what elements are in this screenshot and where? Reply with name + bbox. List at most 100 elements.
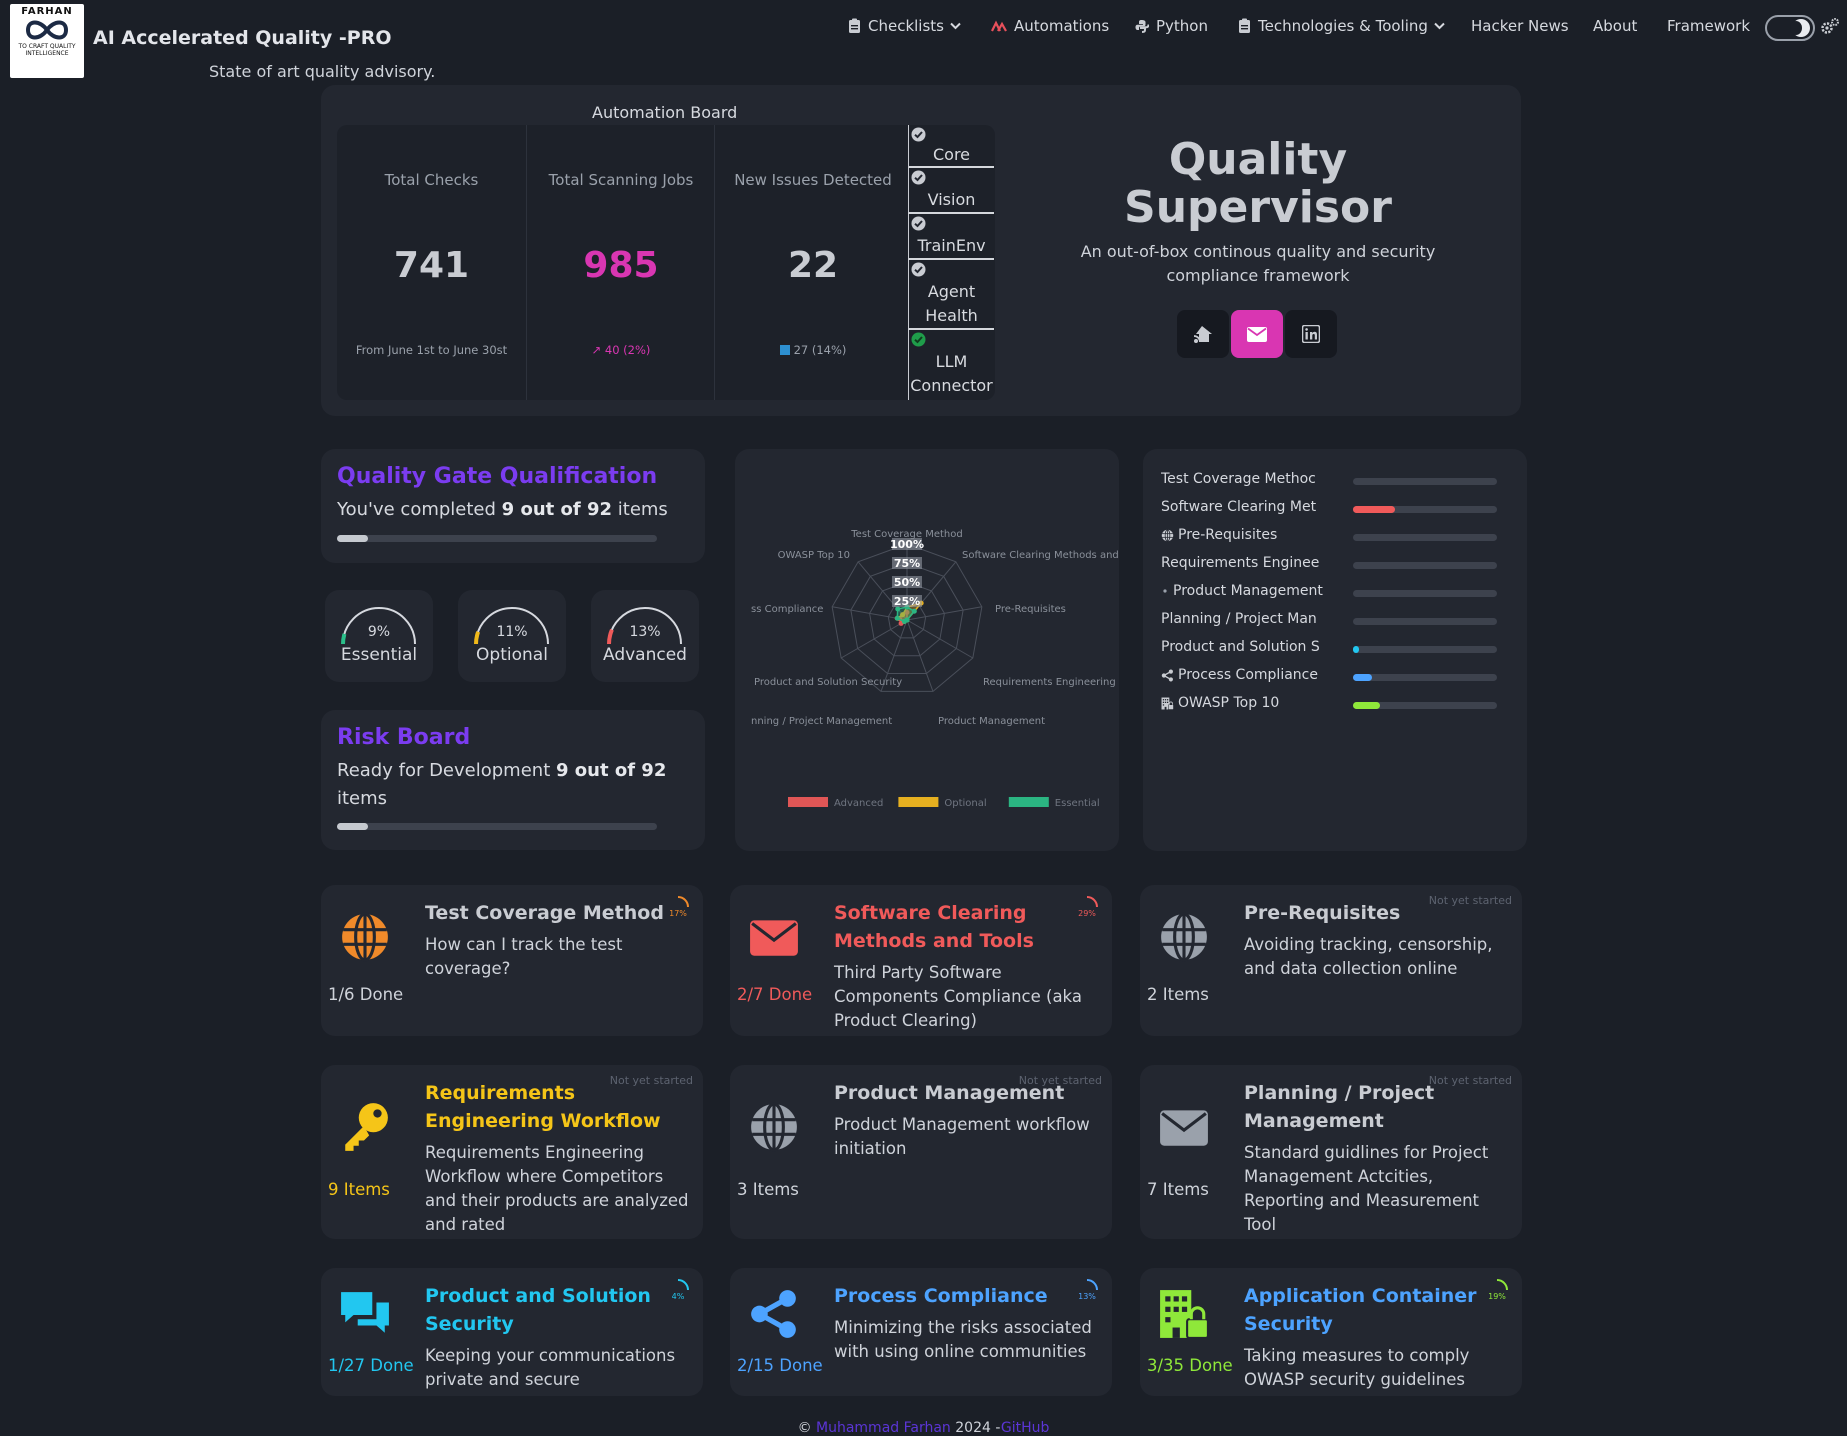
clipboard-icon [1239, 18, 1250, 33]
checklist-progress-label: Software Clearing Met [1161, 499, 1325, 515]
theme-toggle[interactable] [1765, 15, 1815, 41]
tile-title[interactable]: Process Compliance [834, 1282, 1090, 1310]
checklist-tile[interactable]: Software Clearing Methods and Tools Third… [730, 885, 1112, 1036]
checklist-tile[interactable]: Planning / Project Management Standard gu… [1140, 1065, 1522, 1239]
status-label: LLM Connector [910, 352, 993, 395]
gauge-label: Advanced [603, 645, 687, 665]
board-title: Automation Board [592, 103, 738, 122]
tile-count: 2/7 Done [737, 985, 813, 1004]
checklist-progress-row[interactable]: Planning / Project Man [1161, 607, 1501, 635]
radar-axis-label: ss Compliance [751, 604, 823, 615]
tile-title[interactable]: Requirements Engineering Workflow [425, 1079, 681, 1135]
tile-description: Keeping your communications private and … [425, 1346, 676, 1389]
checklist-tile[interactable]: Product and Solution Security Keeping you… [321, 1268, 703, 1396]
tile-status: Not yet started [1428, 1074, 1512, 1087]
tile-title[interactable]: Planning / Project Management [1244, 1079, 1500, 1135]
checklist-progress-row[interactable]: Requirements Enginee [1161, 551, 1501, 579]
blog-button[interactable] [1177, 310, 1229, 358]
tile-count: 3/35 Done [1147, 1356, 1233, 1375]
checklist-progress-row[interactable]: Product and Solution S [1161, 635, 1501, 663]
gauge-percent: 11% [496, 624, 528, 640]
nav-hacker-news[interactable]: Hacker News [1471, 17, 1569, 35]
checklist-progress-row[interactable]: Pre-Requisites [1161, 523, 1501, 551]
nav-framework[interactable]: Framework [1667, 17, 1750, 35]
status-label: Agent Health [925, 282, 978, 325]
tile-status: Not yet started [609, 1074, 693, 1087]
linkedin-button[interactable] [1285, 310, 1337, 358]
tile-icon [1158, 1288, 1210, 1344]
tile-title[interactable]: Application Container Security [1244, 1282, 1500, 1338]
checklist-tile[interactable]: Pre-Requisites Avoiding tracking, censors… [1140, 885, 1522, 1036]
legend-label: Optional [944, 798, 986, 809]
logo[interactable]: FARHAN TO CRAFT QUALITY INTELLIGENCE [10, 4, 84, 78]
checklist-progress-card: Test Coverage Methoc Software Clearing Me… [1143, 449, 1527, 851]
progress-fill [337, 823, 369, 830]
hero-title: Quality Supervisor [1124, 134, 1392, 233]
checklist-tile[interactable]: Requirements Engineering Workflow Require… [321, 1065, 703, 1239]
stat-note-text: 27 (14%) [793, 343, 847, 357]
email-button[interactable] [1231, 310, 1283, 358]
nav-checklists[interactable]: Checklists [848, 17, 961, 35]
checklist-progress-row[interactable]: Test Coverage Methoc [1161, 467, 1501, 495]
checklist-progress-row[interactable]: Product Management [1161, 579, 1501, 607]
python-icon [1135, 20, 1149, 33]
nav-technologies[interactable]: Technologies & Tooling [1238, 17, 1445, 35]
quality-gate-text-post: items [617, 499, 668, 520]
nav-about[interactable]: About [1593, 17, 1637, 35]
tile-title[interactable]: Product and Solution Security [425, 1282, 681, 1338]
tile-count: 1/6 Done [328, 985, 404, 1004]
quality-gate-count: 9 out of 92 [501, 499, 613, 520]
status-list: Core Vision TrainEnv Agent Health LLM Co… [908, 125, 994, 400]
checklist-progress-row[interactable]: OWASP Top 10 [1161, 691, 1501, 719]
status-agent-health[interactable]: Agent Health [908, 260, 994, 330]
tile-icon [1158, 911, 1210, 967]
checklist-progress-fill [1353, 506, 1395, 513]
legend-label: Advanced [834, 798, 883, 809]
tile-title[interactable]: Test Coverage Method [425, 899, 681, 927]
tile-description: Requirements Engineering Workflow where … [425, 1143, 689, 1234]
status-core[interactable]: Core [908, 125, 994, 168]
moon-icon [1790, 19, 1810, 37]
checklist-progress-row[interactable]: Process Compliance [1161, 663, 1501, 691]
tile-description: Avoiding tracking, censorship, and data … [1244, 935, 1493, 978]
status-llm-connector[interactable]: LLM Connector [908, 330, 994, 400]
logo-tagline: TO CRAFT QUALITY INTELLIGENCE [18, 43, 76, 57]
check-circle-icon [911, 332, 926, 347]
gears-icon[interactable] [1820, 17, 1840, 37]
building-icon [1161, 697, 1174, 710]
tile-count: 7 Items [1147, 1180, 1209, 1199]
tile-title[interactable]: Software Clearing Methods and Tools [834, 899, 1090, 955]
checklist-tile[interactable]: Test Coverage Method How can I track the … [321, 885, 703, 1036]
status-trainenv[interactable]: TrainEnv [908, 214, 994, 260]
app-title[interactable]: AI Accelerated Quality -PRO [93, 27, 391, 49]
radar-tick-label: 50% [894, 576, 920, 589]
checklist-progress-row[interactable]: Software Clearing Met [1161, 495, 1501, 523]
share-icon [1161, 669, 1173, 681]
checklist-progress-track [1353, 590, 1497, 597]
risk-board-text-pre: Ready for Development [337, 760, 551, 781]
radar-spoke [906, 619, 974, 659]
tile-progress-text: 4% [671, 1292, 685, 1301]
checklist-tile[interactable]: Process Compliance Minimizing the risks a… [730, 1268, 1112, 1396]
checklist-tile[interactable]: Product Management Product Management wor… [730, 1065, 1112, 1239]
checklist-tile[interactable]: Application Container Security Taking mea… [1140, 1268, 1522, 1396]
tile-description: How can I track the test coverage? [425, 935, 623, 978]
checklist-progress-fill [1353, 702, 1381, 709]
checklist-progress-track [1353, 534, 1497, 541]
stats-panel: Total Checks 741 From June 1st to June 3… [337, 125, 995, 400]
tile-count: 2 Items [1147, 985, 1209, 1004]
risk-board-count: 9 out of 92 [555, 760, 667, 781]
nav-label: Hacker News [1471, 17, 1569, 35]
gauge-label: Optional [476, 645, 548, 665]
legend-swatch [1008, 797, 1049, 807]
gauge-essential: 9% Essential [325, 590, 433, 682]
stat-total-checks: Total Checks 741 From June 1st to June 3… [337, 125, 526, 400]
radar-spoke [906, 606, 982, 621]
nav-label: Automations [1014, 17, 1110, 35]
risk-board-text-post: items [337, 788, 388, 809]
checklist-progress-track [1353, 618, 1497, 625]
nav-automations[interactable]: Automations [991, 17, 1109, 35]
radar-tick-label: 75% [894, 557, 920, 570]
nav-python[interactable]: Python [1135, 17, 1208, 35]
status-vision[interactable]: Vision [908, 168, 994, 214]
